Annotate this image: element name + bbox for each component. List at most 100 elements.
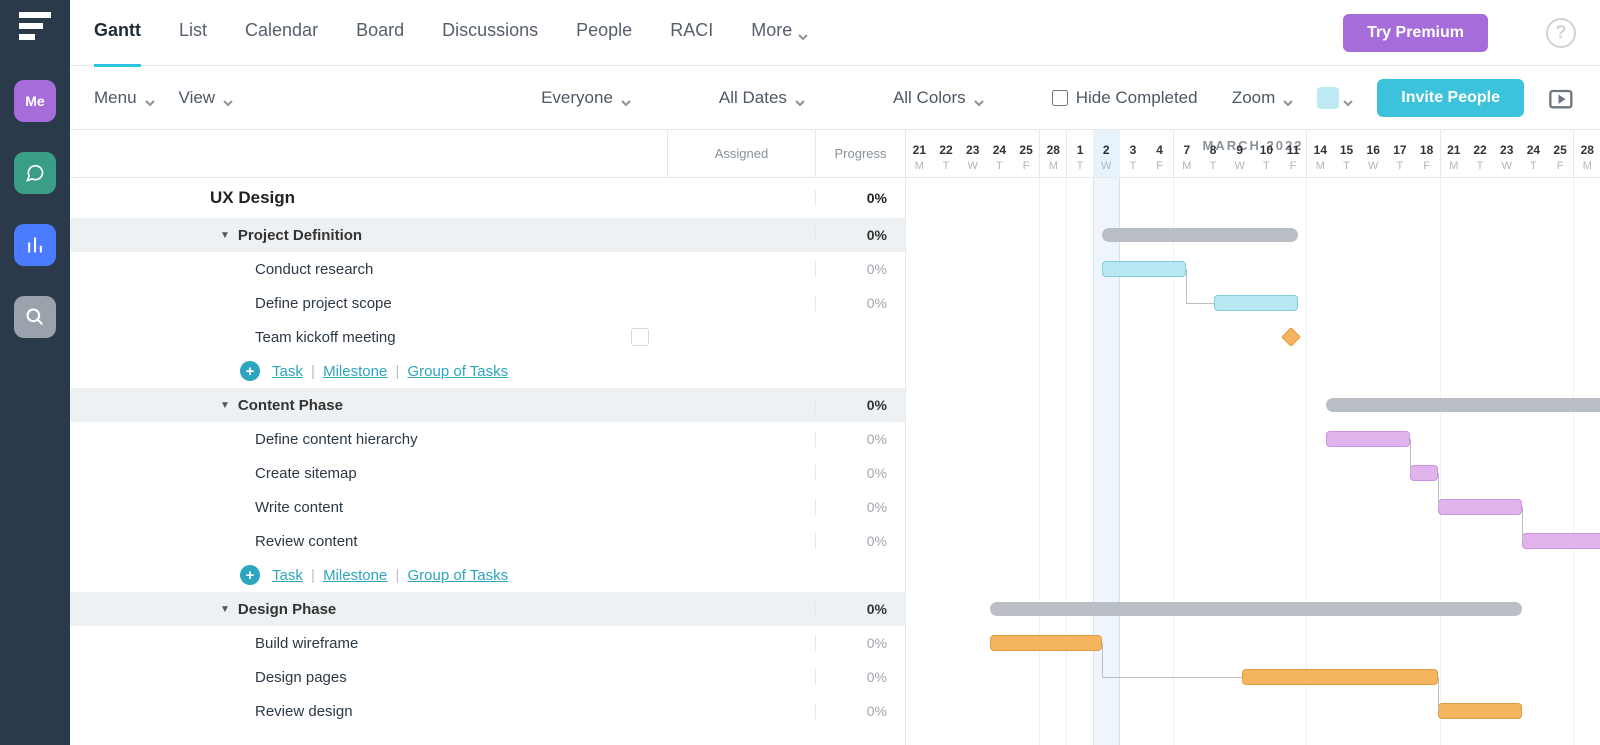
view-dropdown[interactable]: View: [179, 88, 234, 108]
chevron-down-icon[interactable]: [1343, 93, 1353, 103]
try-premium-button[interactable]: Try Premium: [1343, 14, 1488, 52]
date-col: 15T: [1333, 130, 1360, 177]
left-rail: Me: [0, 0, 70, 745]
add-group[interactable]: Group of Tasks: [408, 567, 509, 584]
add-row: + Task | Milestone | Group of Tasks: [70, 558, 905, 592]
task-row[interactable]: Review design0%: [70, 694, 905, 728]
task-row[interactable]: ▼Project Definition0%: [70, 218, 905, 252]
col-progress: Progress: [815, 130, 905, 177]
date-col: 1T: [1066, 130, 1093, 177]
filter-colors[interactable]: All Colors: [893, 88, 984, 108]
tab-discussions[interactable]: Discussions: [442, 20, 538, 45]
task-bar[interactable]: [1522, 533, 1600, 549]
task-row[interactable]: Define project scope0%: [70, 286, 905, 320]
tab-more[interactable]: More: [751, 20, 808, 45]
task-bar[interactable]: [1326, 431, 1410, 447]
col-assigned: Assigned: [667, 130, 815, 177]
add-row: + Task | Milestone | Group of Tasks: [70, 354, 905, 388]
hide-completed[interactable]: Hide Completed: [1052, 88, 1198, 108]
date-col: 10T: [1253, 130, 1280, 177]
dependency-line: [1438, 677, 1439, 711]
task-row[interactable]: UX Design0%: [70, 178, 905, 218]
task-list-panel: Assigned Progress UX Design0%▼Project De…: [70, 130, 906, 745]
help-icon[interactable]: ?: [1546, 18, 1576, 48]
task-row[interactable]: Team kickoff meeting: [70, 320, 905, 354]
stats-icon[interactable]: [14, 224, 56, 266]
dependency-line: [1186, 303, 1214, 304]
invite-people-button[interactable]: Invite People: [1377, 79, 1524, 117]
date-col: 23W: [1493, 130, 1520, 177]
zoom-dropdown[interactable]: Zoom: [1232, 88, 1293, 108]
date-col: 22T: [933, 130, 960, 177]
color-swatch[interactable]: [1317, 87, 1339, 109]
dependency-line: [1102, 677, 1242, 678]
task-row[interactable]: Conduct research0%: [70, 252, 905, 286]
date-col: 23W: [959, 130, 986, 177]
date-col: 17T: [1387, 130, 1414, 177]
hide-completed-checkbox[interactable]: [1052, 90, 1068, 106]
task-row[interactable]: Design pages0%: [70, 660, 905, 694]
tab-people[interactable]: People: [576, 20, 632, 45]
add-task[interactable]: Task: [272, 363, 303, 380]
task-bar[interactable]: [1242, 669, 1438, 685]
date-col: 25F: [1547, 130, 1574, 177]
toolbar: Menu View Everyone All Dates All Colors …: [70, 66, 1600, 130]
dependency-line: [1410, 439, 1411, 473]
task-bar[interactable]: [1214, 295, 1298, 311]
task-bar[interactable]: [1438, 703, 1522, 719]
date-col: 9W: [1226, 130, 1253, 177]
task-row[interactable]: Build wireframe0%: [70, 626, 905, 660]
group-bar[interactable]: [990, 602, 1522, 616]
add-milestone[interactable]: Milestone: [323, 363, 387, 380]
date-col: 3T: [1120, 130, 1147, 177]
tab-raci[interactable]: RACI: [670, 20, 713, 45]
search-icon[interactable]: [14, 296, 56, 338]
menu-dropdown[interactable]: Menu: [94, 88, 155, 108]
gantt-panel[interactable]: MARCH 2022 21M22T23W24T25F28M1T2W3T4F7M8…: [906, 130, 1600, 745]
task-row[interactable]: Review content0%: [70, 524, 905, 558]
filter-dates[interactable]: All Dates: [719, 88, 805, 108]
task-row[interactable]: ▼Design Phase0%: [70, 592, 905, 626]
task-row[interactable]: ▼Content Phase0%: [70, 388, 905, 422]
add-task[interactable]: Task: [272, 567, 303, 584]
dependency-line: [1522, 507, 1523, 541]
tab-board[interactable]: Board: [356, 20, 404, 45]
date-col: 16W: [1360, 130, 1387, 177]
me-button[interactable]: Me: [14, 80, 56, 122]
task-bar[interactable]: [1102, 261, 1186, 277]
tab-calendar[interactable]: Calendar: [245, 20, 318, 45]
date-col: 4F: [1146, 130, 1173, 177]
date-col: 2W: [1093, 130, 1120, 177]
date-col: 24T: [1520, 130, 1547, 177]
task-row[interactable]: Create sitemap0%: [70, 456, 905, 490]
group-bar[interactable]: [1102, 228, 1298, 242]
date-col: 28M: [1573, 130, 1600, 177]
date-col: 11F: [1280, 130, 1307, 177]
filter-everyone[interactable]: Everyone: [541, 88, 631, 108]
date-col: 28M: [1039, 130, 1066, 177]
tab-list[interactable]: List: [179, 20, 207, 45]
date-col: 25F: [1013, 130, 1040, 177]
date-col: 21M: [1440, 130, 1467, 177]
tab-gantt[interactable]: Gantt: [94, 20, 141, 45]
chat-icon[interactable]: [14, 152, 56, 194]
date-col: 8T: [1200, 130, 1227, 177]
date-col: 24T: [986, 130, 1013, 177]
task-bar[interactable]: [990, 635, 1102, 651]
add-icon[interactable]: +: [240, 565, 260, 585]
app-logo-icon: [19, 12, 51, 40]
date-col: 21M: [906, 130, 933, 177]
task-row[interactable]: Write content0%: [70, 490, 905, 524]
date-col: 7M: [1173, 130, 1200, 177]
add-group[interactable]: Group of Tasks: [408, 363, 509, 380]
date-col: 14M: [1306, 130, 1333, 177]
task-row[interactable]: Define content hierarchy0%: [70, 422, 905, 456]
play-icon[interactable]: [1548, 84, 1576, 112]
add-icon[interactable]: +: [240, 361, 260, 381]
dependency-line: [1438, 473, 1439, 507]
task-bar[interactable]: [1438, 499, 1522, 515]
add-milestone[interactable]: Milestone: [323, 567, 387, 584]
group-bar[interactable]: [1326, 398, 1600, 412]
date-col: 18F: [1413, 130, 1440, 177]
task-bar[interactable]: [1410, 465, 1438, 481]
